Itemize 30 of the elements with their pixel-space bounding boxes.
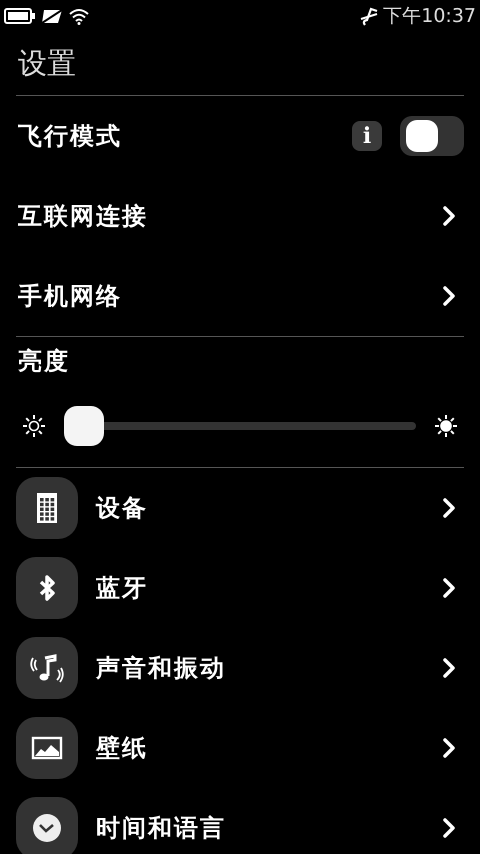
settings-item[interactable]: 设备 [0, 468, 480, 548]
settings-item[interactable]: 时间和语言 [0, 788, 480, 854]
section-label: 亮度 [17, 346, 71, 377]
toggle-switch[interactable] [400, 116, 464, 156]
settings-item[interactable]: 蓝牙 [0, 548, 480, 628]
clock-time: 下午10:37 [383, 4, 476, 29]
chevron-right-icon [442, 497, 456, 519]
chevron-right-icon [442, 737, 456, 759]
music-note-icon [16, 637, 78, 699]
dim-sun-icon [22, 414, 46, 438]
image-icon [16, 717, 78, 779]
battery-icon [4, 7, 36, 25]
chevron-right-icon [442, 205, 456, 227]
settings-item[interactable]: 壁纸 [0, 708, 480, 788]
no-sim-icon [40, 7, 64, 25]
settings-item[interactable]: 互联网连接 [0, 176, 480, 256]
bluetooth-icon [16, 557, 78, 619]
bright-sun-icon [434, 414, 458, 438]
chevron-right-icon [442, 577, 456, 599]
settings-item[interactable]: 声音和振动 [0, 628, 480, 708]
phone-icon [16, 477, 78, 539]
brightness-slider[interactable] [64, 406, 416, 446]
chevron-right-icon [442, 285, 456, 307]
wifi-icon [68, 7, 90, 25]
settings-item[interactable]: 手机网络 [0, 256, 480, 336]
page-title: 设置 [17, 44, 77, 82]
setting-label: 飞行模式 [18, 121, 123, 152]
info-button[interactable]: i [352, 121, 382, 151]
chevron-right-icon [442, 657, 456, 679]
chevron-right-icon [442, 817, 456, 839]
